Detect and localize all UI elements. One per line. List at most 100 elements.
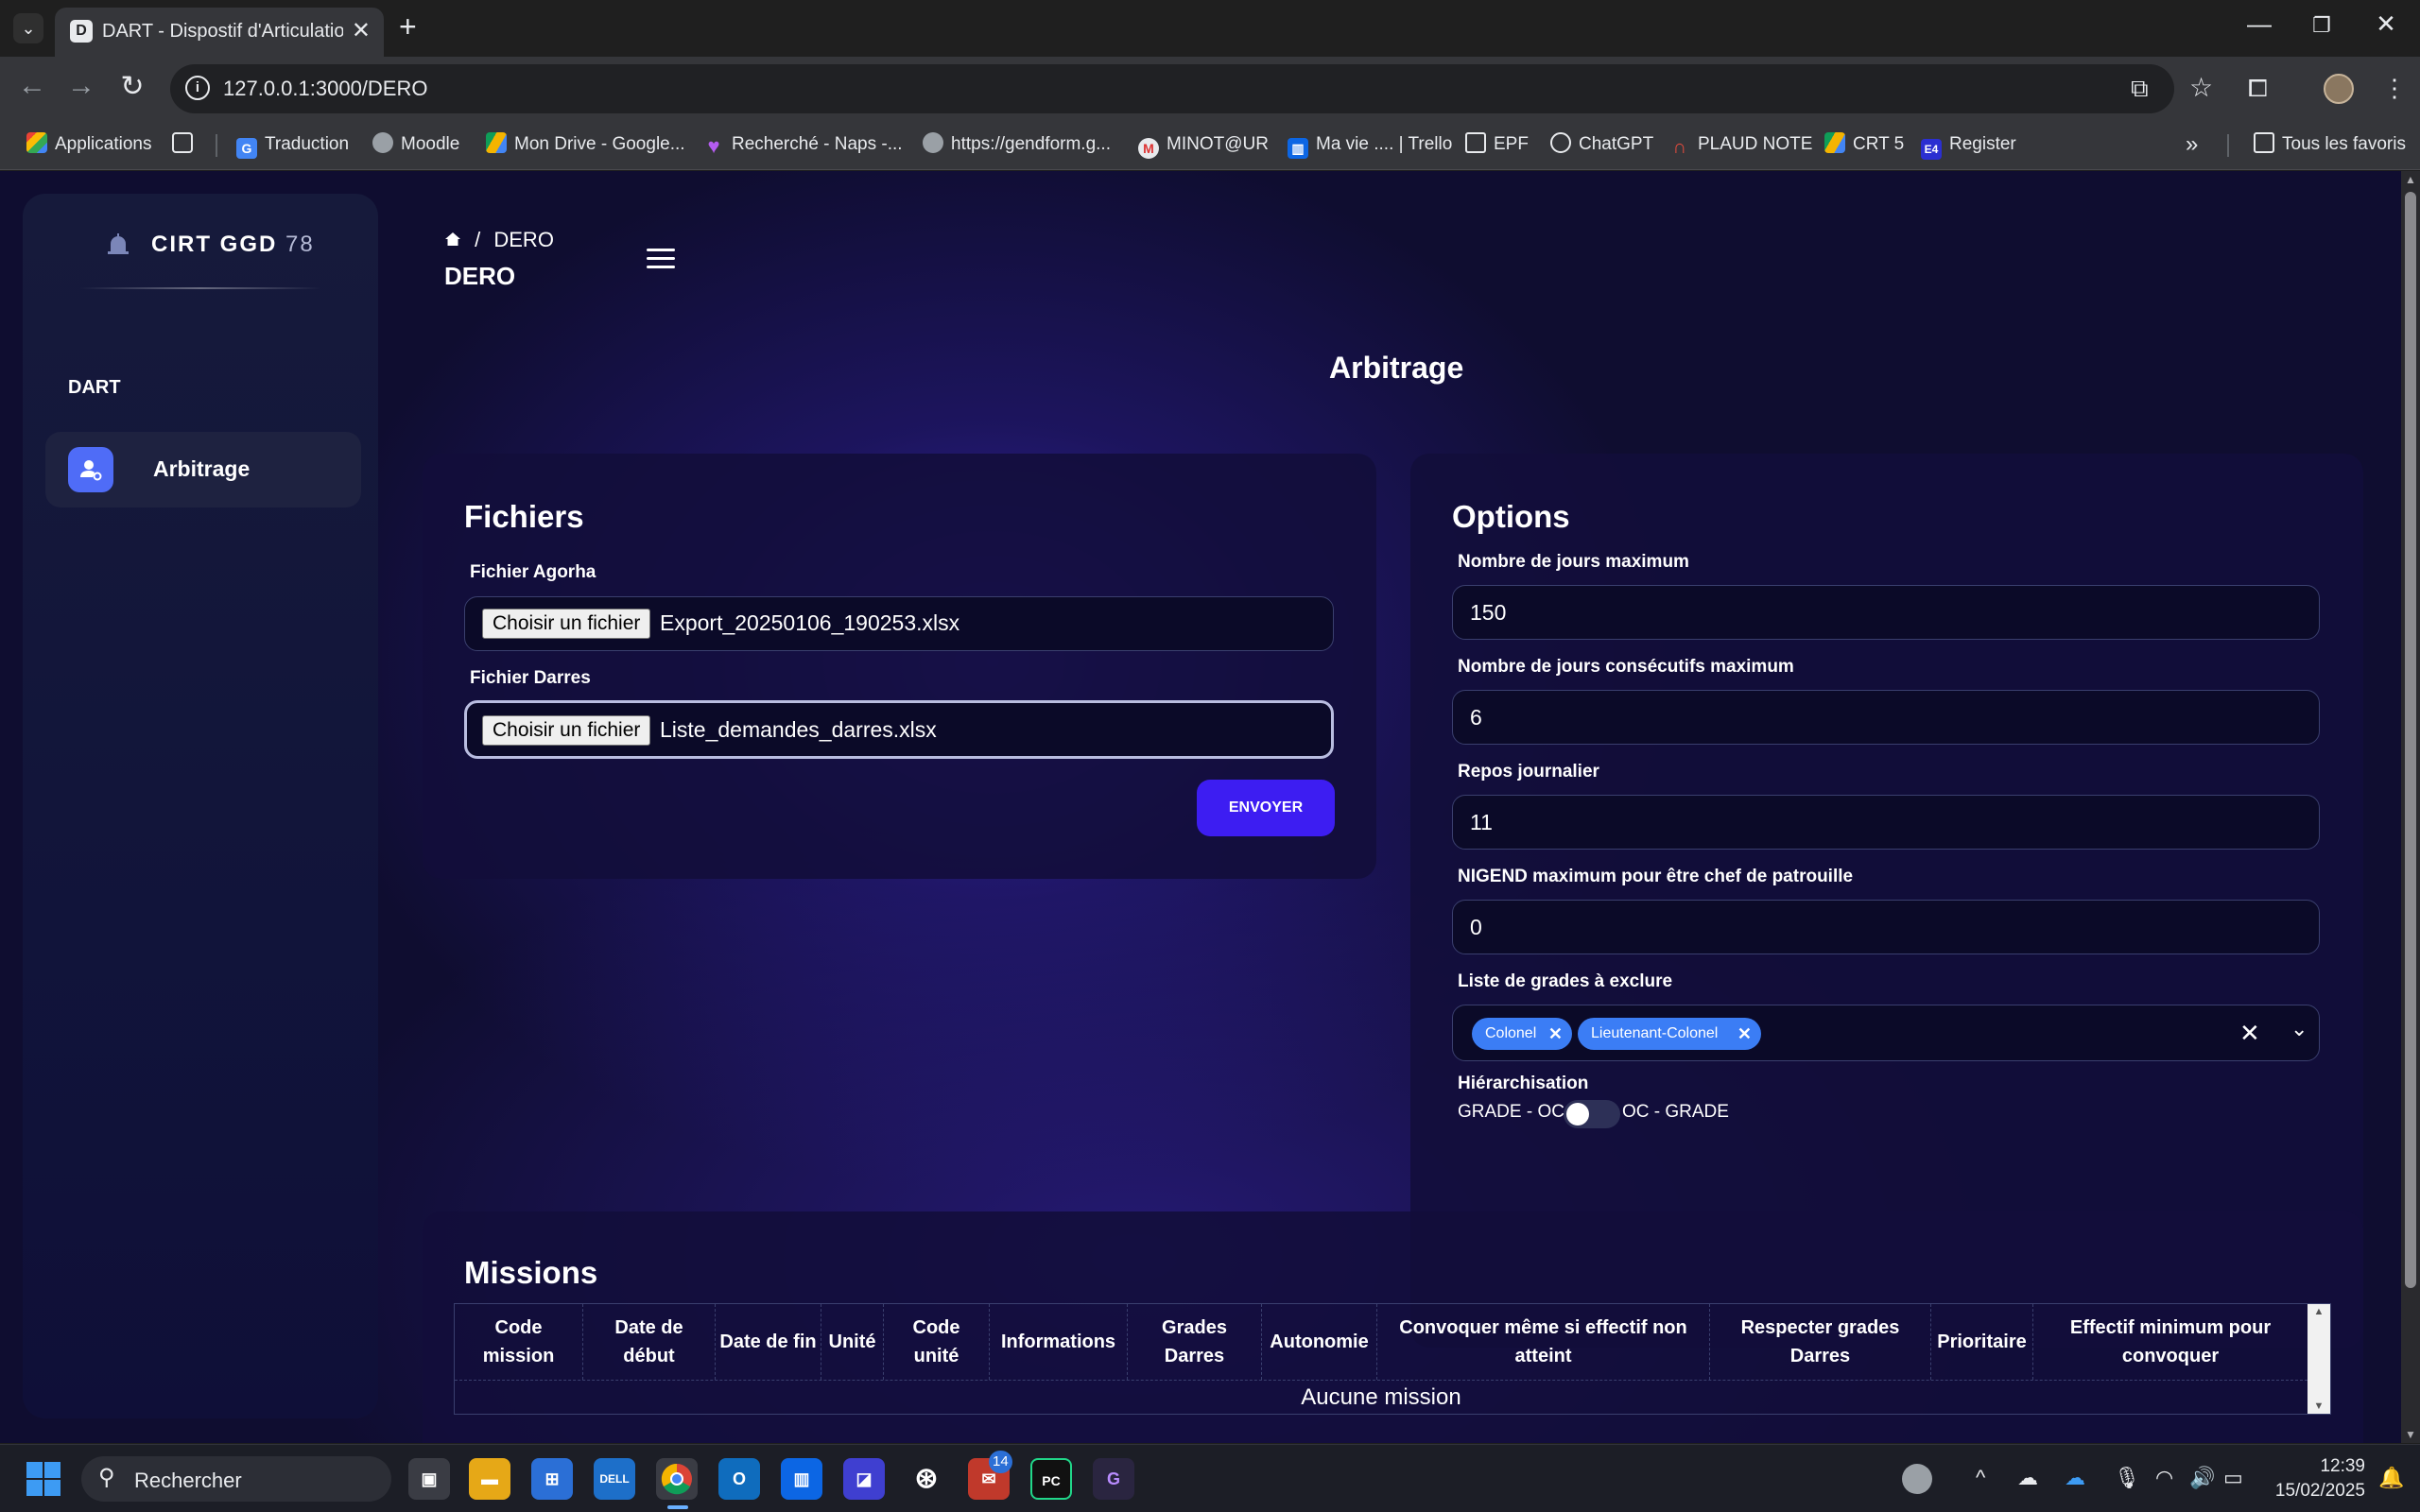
column-header[interactable]: Autonomie [1262, 1304, 1377, 1380]
page-scrollbar[interactable]: ▲ ▼ [2401, 171, 2420, 1443]
chatgpt-app-icon[interactable]: ⊛ [906, 1458, 947, 1500]
scroll-up-icon[interactable]: ▲ [2308, 1306, 2330, 1317]
bookmark-crt5[interactable]: CRT 5 [1824, 130, 1904, 159]
column-header[interactable]: Prioritaire [1931, 1304, 2033, 1380]
send-button[interactable]: ENVOYER [1197, 780, 1335, 836]
forward-icon[interactable]: → [62, 70, 100, 102]
site-info-icon[interactable]: i [185, 76, 210, 100]
hamburger-menu-icon[interactable] [647, 249, 675, 269]
scroll-up-icon[interactable]: ▲ [2401, 173, 2420, 186]
agorha-choose-file-button[interactable]: Choisir un fichier [482, 609, 651, 639]
bookmark-applications[interactable]: Applications [26, 130, 151, 159]
bookmark-mon-drive[interactable]: Mon Drive - Google... [486, 130, 685, 159]
more-bookmarks-icon[interactable]: » [2186, 130, 2198, 159]
address-bar[interactable]: i 127.0.0.1:3000/DERO ⧉ ☆ [170, 64, 2213, 113]
table-scrollbar[interactable]: ▲ ▼ [2308, 1304, 2330, 1414]
column-header[interactable]: Code unité [884, 1304, 990, 1380]
tab-close-icon[interactable]: ✕ [352, 17, 371, 44]
scroll-down-icon[interactable]: ▼ [2308, 1400, 2330, 1412]
weather-icon[interactable] [1902, 1464, 1932, 1494]
apps-grid-icon [26, 132, 47, 153]
browser-tab[interactable]: D DART - Dispostif d'Articulation d ✕ [55, 8, 384, 57]
bookmark-register[interactable]: E4 Register [1921, 130, 2016, 160]
volume-icon[interactable]: 🔊 [2189, 1466, 2215, 1490]
excluded-grades-multiselect[interactable]: Colonel ✕ Lieutenant-Colonel ✕ ✕ ⌄ [1452, 1005, 2320, 1061]
chrome-icon[interactable] [656, 1458, 698, 1500]
translate-page-icon[interactable]: ⧉ [2131, 74, 2149, 104]
bookmark-grid-icon[interactable] [172, 130, 200, 159]
dell-icon[interactable]: DELL [594, 1458, 635, 1500]
plaud-icon: ∩ [1672, 137, 1687, 158]
hierarchy-toggle[interactable] [1564, 1100, 1620, 1128]
system-clock[interactable]: 12:39 15/02/2025 [2261, 1454, 2365, 1503]
notifications-icon[interactable]: 🔔 [2378, 1466, 2404, 1490]
bookmarks-bar: Applications G Traduction Moodle Mon Driv… [0, 121, 2420, 170]
column-header[interactable]: Unité [821, 1304, 884, 1380]
globe-icon [372, 132, 393, 153]
profile-avatar[interactable] [2324, 74, 2354, 104]
pycharm-icon[interactable]: PC [1030, 1458, 1072, 1500]
browser-menu-icon[interactable]: ⋮ [2382, 74, 2407, 103]
grade-chip: Lieutenant-Colonel ✕ [1578, 1018, 1761, 1050]
windows-start-icon[interactable] [26, 1462, 60, 1496]
new-tab-icon[interactable]: + [399, 9, 417, 44]
bookmark-trello[interactable]: ▥ Ma vie .... | Trello [1288, 130, 1452, 159]
all-bookmarks-folder[interactable]: Tous les favoris [2254, 130, 2406, 159]
close-window-icon[interactable]: ✕ [2367, 9, 2405, 39]
microsoft-store-icon[interactable]: ⊞ [531, 1458, 573, 1500]
bookmark-chatgpt[interactable]: ChatGPT [1550, 130, 1653, 159]
url-text[interactable]: 127.0.0.1:3000/DERO [223, 77, 427, 101]
bookmark-moodle[interactable]: Moodle [372, 130, 459, 159]
linear-app-icon[interactable]: ◪ [843, 1458, 885, 1500]
bookmark-naps[interactable]: ♥ Recherché - Naps -... [703, 130, 902, 159]
show-hidden-icons-icon[interactable]: ^ [1976, 1466, 1985, 1490]
column-header[interactable]: Date de début [583, 1304, 716, 1380]
onedrive-business-icon[interactable]: ☁ [2065, 1466, 2085, 1490]
sidebar-item-arbitrage[interactable]: Arbitrage [45, 432, 361, 507]
bookmark-epf[interactable]: EPF [1465, 130, 1529, 159]
scroll-thumb[interactable] [2405, 192, 2416, 1288]
clear-selection-icon[interactable]: ✕ [2239, 1019, 2260, 1048]
column-header[interactable]: Grades Darres [1128, 1304, 1262, 1380]
minimize-icon[interactable]: — [2240, 9, 2278, 39]
column-header[interactable]: Date de fin [716, 1304, 821, 1380]
daily-rest-input[interactable]: 11 [1452, 795, 2320, 850]
bookmark-star-icon[interactable]: ☆ [2189, 72, 2213, 103]
reload-icon[interactable]: ↻ [113, 70, 151, 103]
bookmark-traduction[interactable]: G Traduction [236, 130, 349, 159]
chevron-down-icon[interactable]: ⌄ [2290, 1017, 2308, 1041]
git-client-icon[interactable]: G [1093, 1458, 1134, 1500]
remove-chip-icon[interactable]: ✕ [1548, 1018, 1563, 1050]
column-header[interactable]: Informations [990, 1304, 1128, 1380]
bookmark-minotaur[interactable]: M MINOT@UR [1138, 130, 1269, 159]
column-header[interactable]: Convoquer même si effectif non atteint [1377, 1304, 1710, 1380]
taskbar-search[interactable]: ⚲ Rechercher [81, 1456, 391, 1502]
column-header[interactable]: Respecter grades Darres [1710, 1304, 1931, 1380]
nigend-max-input[interactable]: 0 [1452, 900, 2320, 954]
restore-icon[interactable]: ❐ [2303, 13, 2341, 38]
battery-icon[interactable]: ▭ [2223, 1466, 2243, 1490]
file-explorer-icon[interactable]: ▬ [469, 1458, 510, 1500]
scroll-down-icon[interactable]: ▼ [2401, 1428, 2420, 1441]
wifi-icon[interactable]: ◠ [2155, 1466, 2173, 1490]
bookmark-plaud-note[interactable]: ∩ PLAUD NOTE [1669, 130, 1813, 159]
tab-search-dropdown-icon[interactable]: ⌄ [13, 13, 43, 43]
home-icon[interactable] [444, 231, 461, 248]
trello-app-icon[interactable]: ▥ [781, 1458, 822, 1500]
task-view-icon[interactable]: ▣ [408, 1458, 450, 1500]
column-header[interactable]: Code mission [455, 1304, 583, 1380]
extensions-icon[interactable]: ⧠ [2248, 74, 2268, 104]
back-icon[interactable]: ← [13, 70, 51, 102]
outlook-icon[interactable]: O [718, 1458, 760, 1500]
onedrive-icon[interactable]: ☁ [2017, 1466, 2038, 1490]
agorha-file-input[interactable]: Choisir un fichier Export_20250106_19025… [464, 596, 1334, 651]
column-header[interactable]: Effectif minimum pour convoquer [2033, 1304, 2308, 1380]
microphone-icon[interactable]: 🎙 [2114, 1466, 2140, 1490]
bookmark-gendform[interactable]: https://gendform.g... [923, 130, 1111, 159]
max-consecutive-days-input[interactable]: 6 [1452, 690, 2320, 745]
darres-file-input[interactable]: Choisir un fichier Liste_demandes_darres… [464, 700, 1334, 759]
toggle-knob [1566, 1103, 1589, 1125]
darres-choose-file-button[interactable]: Choisir un fichier [482, 715, 651, 746]
remove-chip-icon[interactable]: ✕ [1737, 1018, 1752, 1050]
max-days-input[interactable]: 150 [1452, 585, 2320, 640]
